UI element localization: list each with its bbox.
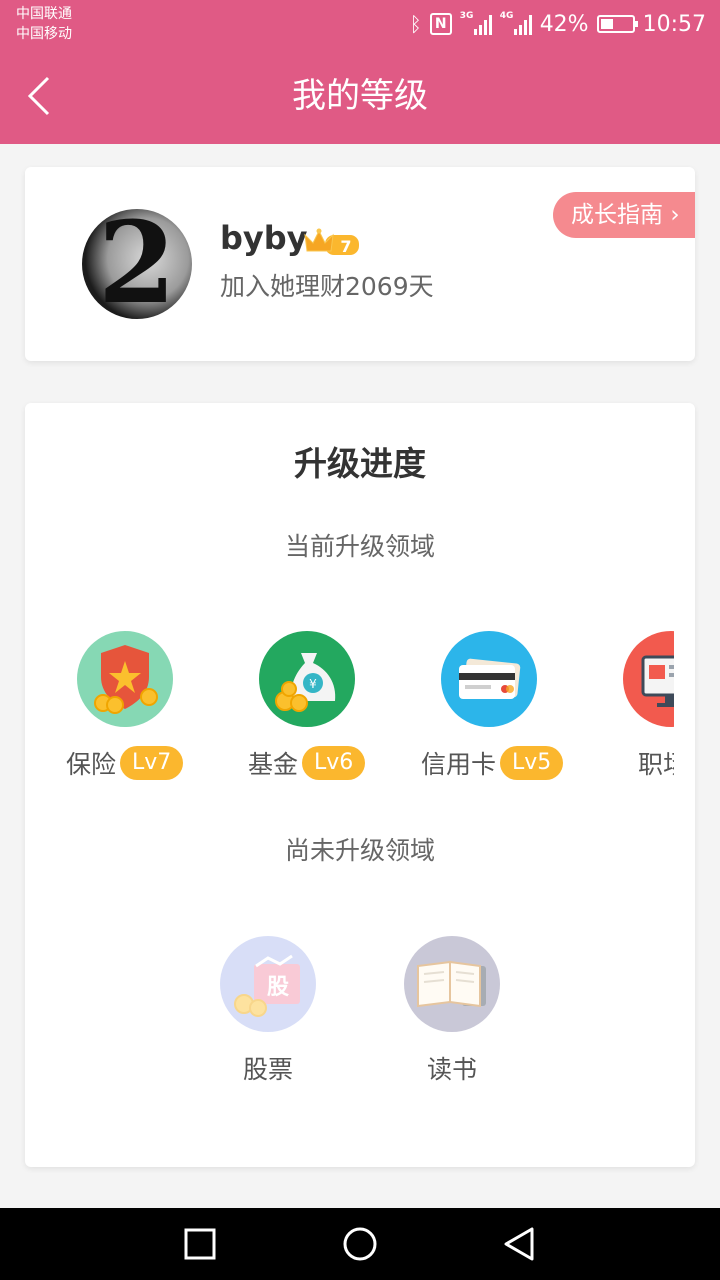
status-bar: 中国联通 中国移动 ᛒ N 3G 4G 42% 10:57 [0,0,720,48]
battery-icon [596,15,638,33]
domain-name: 读书 [426,1055,477,1084]
domain-item-fund[interactable]: ¥ 基金 Lv6 [212,631,402,791]
page-title: 我的等级 [292,76,428,116]
progress-title: 升级进度 [294,444,426,483]
domain-label-insurance: 保险 Lv7 [66,745,184,781]
back-triangle-icon[interactable] [500,1224,540,1264]
signal-4g-icon: 4G [499,11,532,35]
level-badge-number: 7 [340,237,351,256]
workplace-monitor-icon [623,631,674,727]
joined-days-text: 加入她理财2069天 [220,272,434,301]
carrier-info: 中国联通 中国移动 [16,4,72,44]
domain-item-insurance[interactable]: 保险 Lv7 [30,631,220,791]
clock: 10:57 [642,11,706,37]
signal-3g-icon: 3G [459,11,492,35]
level-badge: Lv6 [302,746,366,780]
bluetooth-icon: ᛒ [409,12,422,36]
domain-item-reading[interactable]: 读书 [377,936,527,1086]
domain-name: 保险 [66,750,117,779]
crown-level-badge-icon: 7 [304,228,359,256]
system-nav-bar [0,1208,720,1280]
book-icon [404,936,500,1032]
growth-guide-button[interactable]: 成长指南 › [553,192,695,238]
domain-label-credit-card: 信用卡 Lv5 [421,745,564,781]
network-type-2: 4G [499,11,514,21]
domain-name: 股票 [242,1055,293,1084]
carrier-1: 中国联通 [16,6,72,22]
domain-name: 信用卡 [421,750,497,779]
growth-guide-label: 成长指南 [571,202,663,228]
network-type-1: 3G [459,11,474,21]
domain-label-workplace: 职场 ​ [638,745,674,781]
pending-domains-label: 尚未升级领域 [284,836,435,865]
stock-icon: 股 [220,936,316,1032]
current-domains-scroll[interactable]: 保险 Lv7 ¥ 基金 Lv6 信用卡 Lv5 职 [25,631,674,791]
level-badge: Lv7 [120,746,184,780]
chevron-right-icon: › [670,202,680,228]
domain-label-fund: 基金 Lv6 [248,745,366,781]
domain-item-workplace[interactable]: 职场 ​ [576,631,674,791]
insurance-shield-icon [77,631,173,727]
level-badge: Lv5 [500,746,564,780]
recent-apps-icon[interactable] [180,1224,220,1264]
domain-item-credit-card[interactable]: 信用卡 Lv5 [394,631,584,791]
domain-item-stock[interactable]: 股 股票 [193,936,343,1086]
top-nav-bar: 我的等级 [0,48,720,144]
carrier-2: 中国移动 [16,26,72,42]
stock-icon-text: 股 [267,975,289,1000]
domain-name: 基金 [248,750,299,779]
fund-money-bag-icon: ¥ [259,631,355,727]
battery-percent: 42% [539,11,589,37]
credit-card-icon [441,631,537,727]
svg-text:¥: ¥ [309,677,317,691]
username: byby [220,219,308,257]
home-circle-icon[interactable] [340,1224,380,1264]
upgrade-progress-card: 升级进度 当前升级领域 保险 Lv7 ¥ 基金 Lv6 信用卡 Lv5 职 尚未… [25,403,695,1167]
nfc-icon: N [429,13,452,35]
avatar[interactable]: 2 [82,209,192,319]
profile-card: 2 byby 7 加入她理财2069天 成长指南 › [25,167,695,361]
current-domains-label: 当前升级领域 [284,532,435,561]
avatar-digit: 2 [98,209,176,319]
domain-name: 职场 [638,750,674,779]
status-icons: ᛒ N 3G 4G 42% 10:57 [410,8,706,40]
